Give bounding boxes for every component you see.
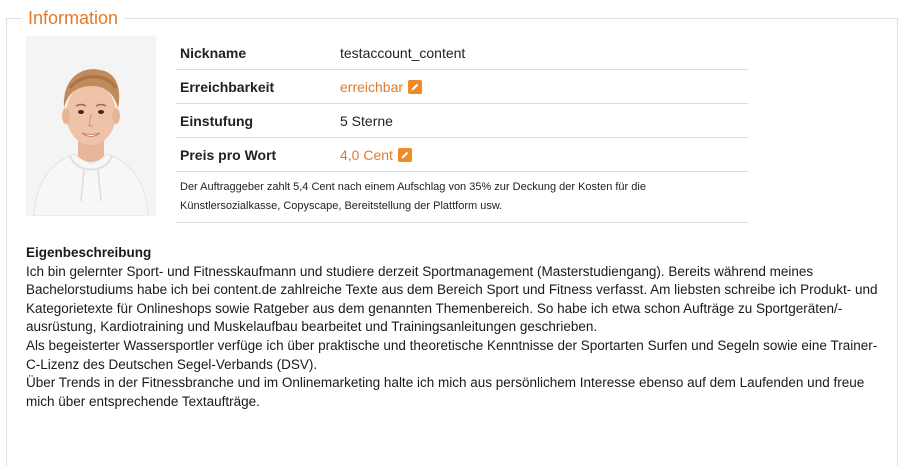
nickname-value: testaccount_content	[340, 44, 466, 61]
availability-label: Erreichbarkeit	[180, 78, 275, 95]
rating-label: Einstufung	[180, 112, 254, 129]
edit-price-icon[interactable]	[397, 147, 412, 162]
nickname-label: Nickname	[180, 44, 247, 61]
availability-value: erreichbar	[340, 79, 423, 95]
price-value: 4,0 Cent	[340, 147, 412, 163]
price-note: Der Auftraggeber zahlt 5,4 Cent nach ein…	[176, 172, 748, 223]
description-paragraph: Über Trends in der Fitnessbranche und im…	[26, 375, 865, 409]
profile-info-table: Nickname testaccount_content Erreichbark…	[176, 36, 748, 223]
availability-text[interactable]: erreichbar	[340, 79, 403, 95]
price-text[interactable]: 4,0 Cent	[340, 147, 393, 163]
description-paragraph: Als begeisterter Wassersportler verfüge …	[26, 337, 878, 372]
avatar	[26, 36, 156, 216]
info-row-price: Preis pro Wort 4,0 Cent	[176, 138, 748, 172]
info-row-nickname: Nickname testaccount_content	[176, 36, 748, 70]
edit-availability-icon[interactable]	[408, 79, 423, 94]
self-description: Eigenbeschreibung Ich bin gelernter Spor…	[26, 244, 886, 411]
price-label: Preis pro Wort	[180, 146, 277, 163]
section-title: Information	[22, 7, 125, 29]
description-heading: Eigenbeschreibung	[26, 245, 152, 260]
rating-value: 5 Sterne	[340, 112, 393, 129]
info-row-rating: Einstufung 5 Sterne	[176, 104, 748, 138]
profile-photo	[26, 36, 156, 216]
info-row-availability: Erreichbarkeit erreichbar	[176, 70, 748, 104]
description-paragraph: Ich bin gelernter Sport- und Fitnesskauf…	[26, 263, 878, 335]
